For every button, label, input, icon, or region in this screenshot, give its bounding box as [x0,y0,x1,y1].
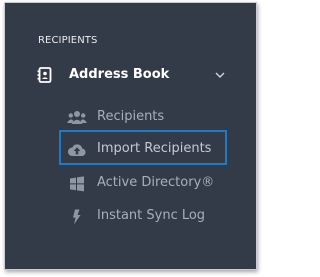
windows-icon [70,176,84,192]
section-label: RECIPIENTS [38,35,98,46]
address-book-label: Address Book [69,67,170,82]
cloud-upload-icon [67,144,86,156]
sidebar-item-label: Import Recipients [97,141,212,156]
sidebar-item-label: Active Directory® [97,175,215,190]
sidebar-panel: RECIPIENTS Address Book Recipients Impor… [4,2,257,270]
sidebar-item-active-directory[interactable]: Active Directory® [5,168,256,200]
address-book-icon [37,67,52,83]
sidebar-item-recipients[interactable]: Recipients [5,102,256,134]
sidebar-item-import-recipients[interactable]: Import Recipients [5,134,256,166]
address-book-group-toggle[interactable]: Address Book [5,61,256,91]
chevron-down-icon [215,72,225,78]
sidebar-item-label: Recipients [97,109,165,124]
sidebar-item-label: Instant Sync Log [97,208,206,223]
users-icon [67,111,87,124]
sidebar-item-instant-sync-log[interactable]: Instant Sync Log [5,201,256,233]
lightning-icon [73,209,81,225]
